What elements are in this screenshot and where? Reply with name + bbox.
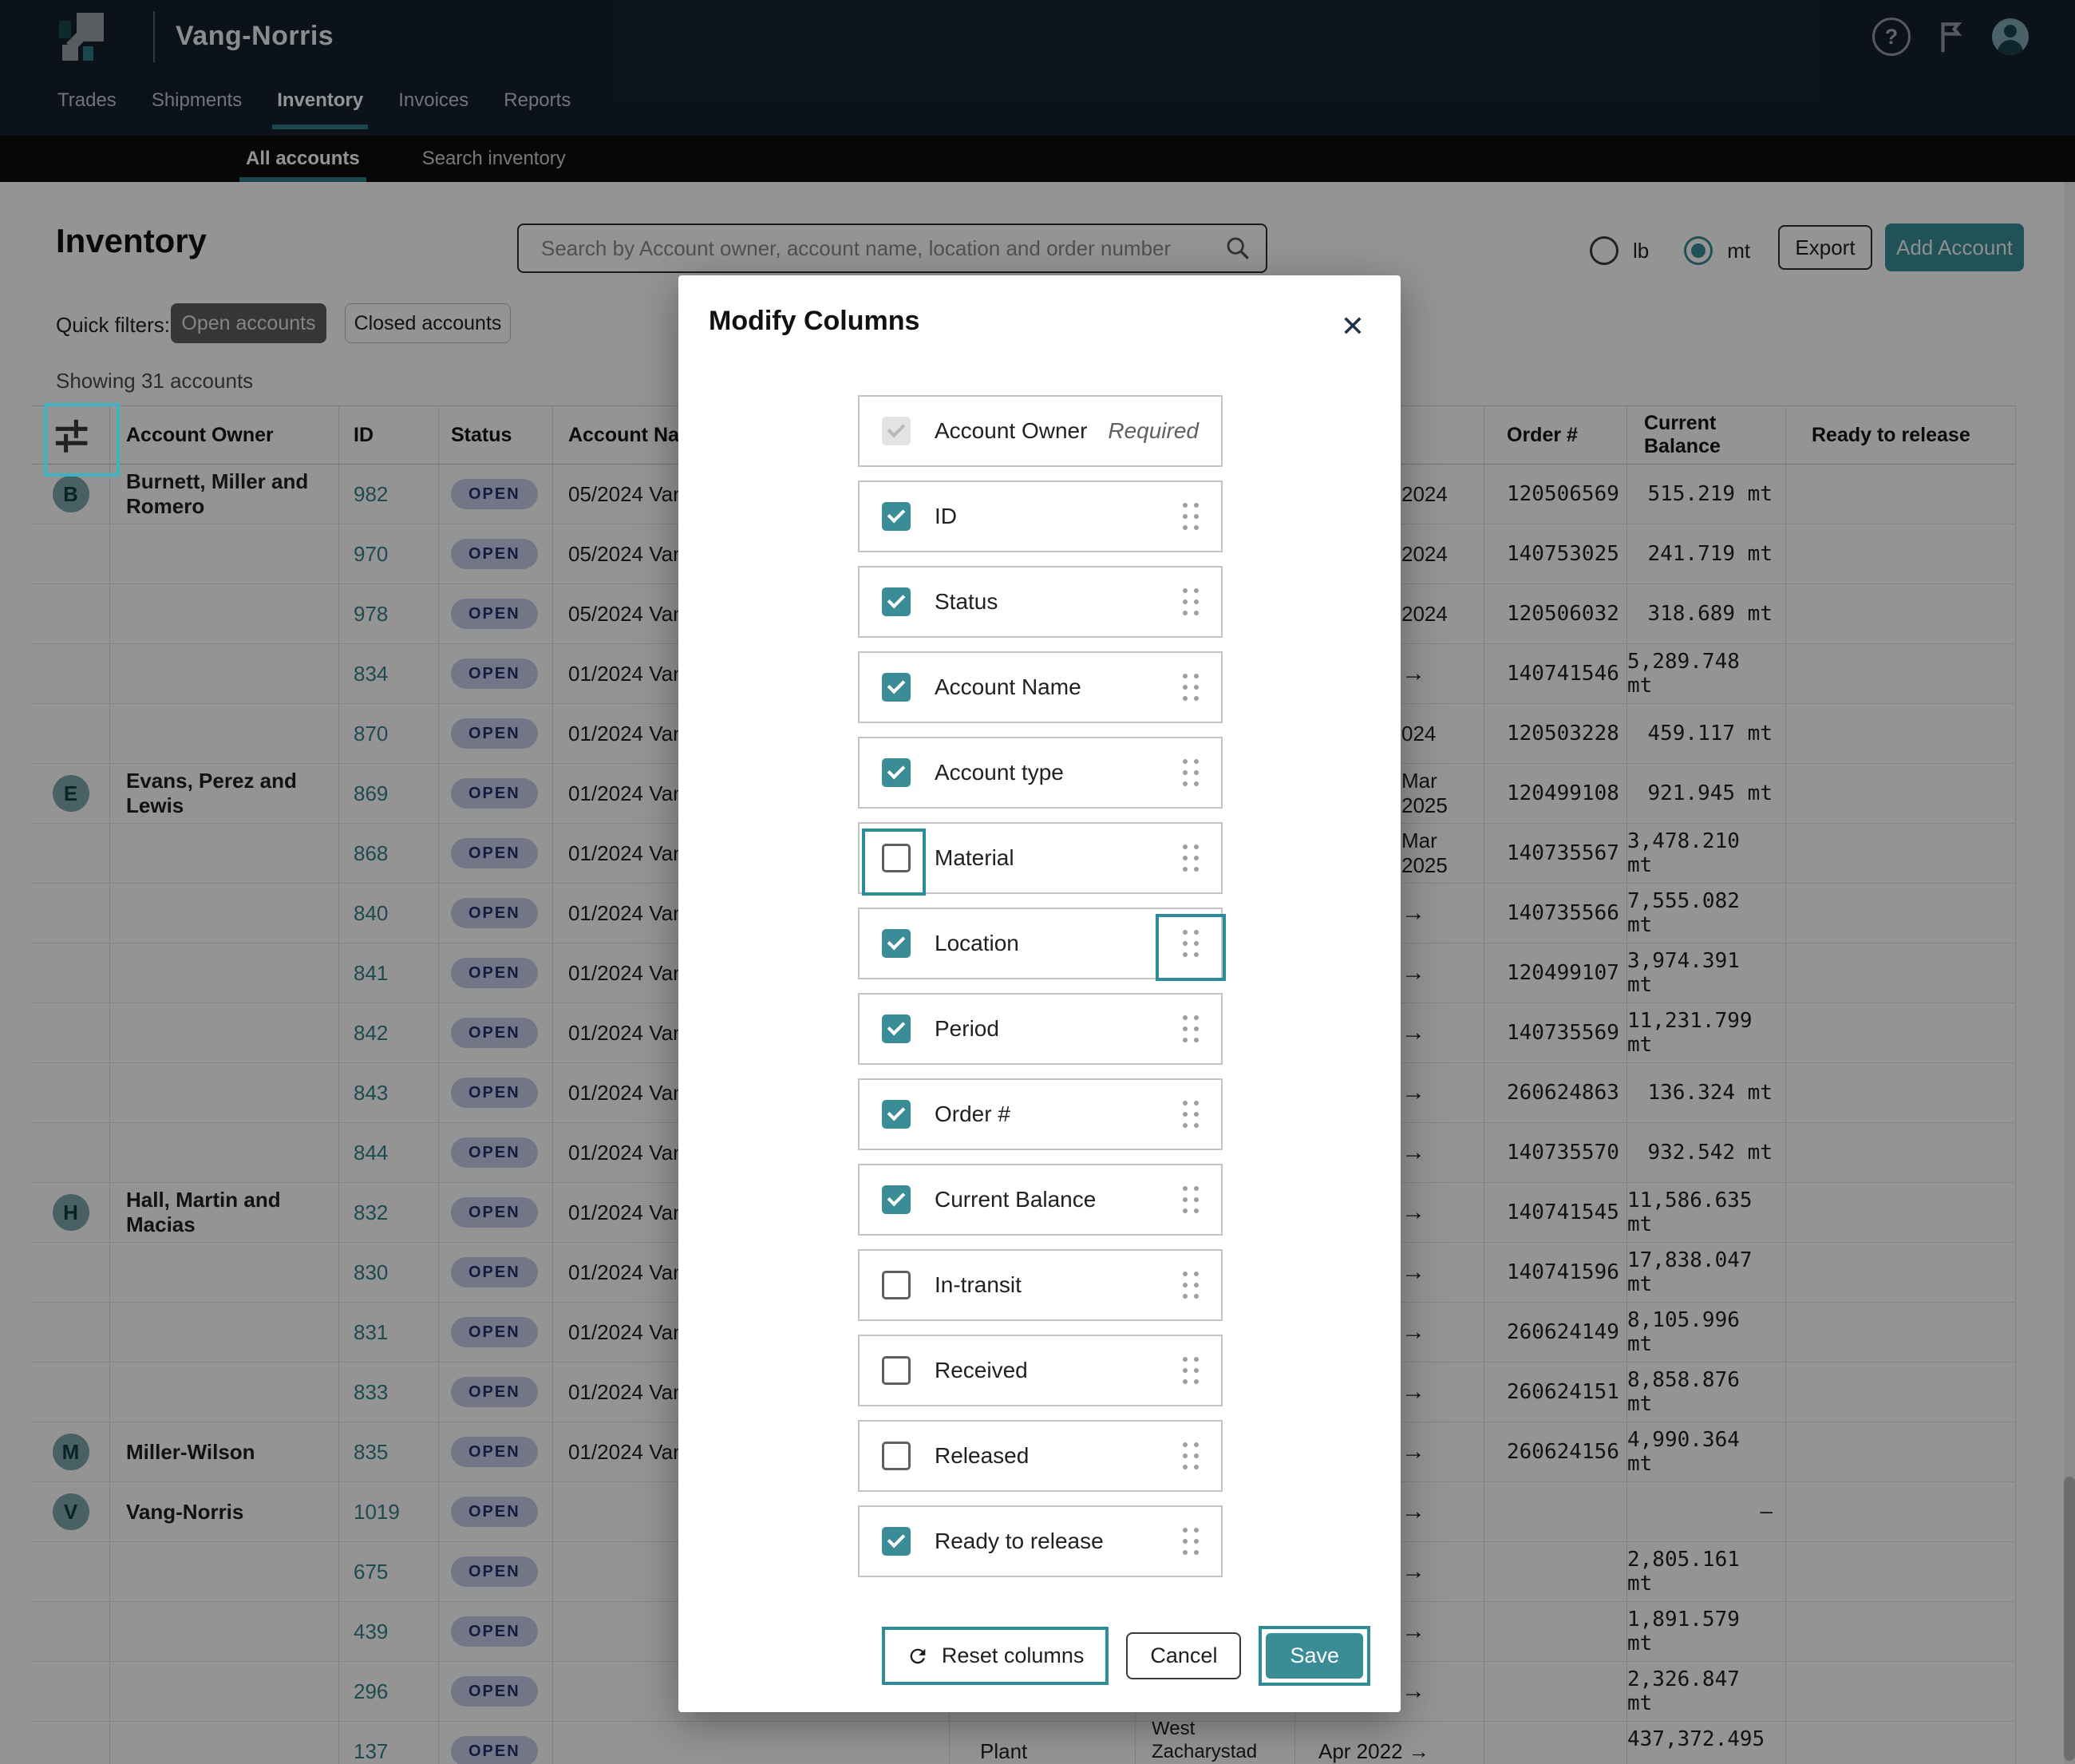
drag-handle-icon[interactable] <box>1183 1015 1199 1042</box>
drag-handle-icon[interactable] <box>1183 588 1199 615</box>
drag-handle-icon[interactable] <box>1183 844 1199 872</box>
drag-handle-icon[interactable] <box>1183 674 1199 701</box>
column-item-received: Received <box>858 1335 1223 1406</box>
required-note: Required <box>1108 418 1199 444</box>
checkbox-ready-to-release[interactable] <box>882 1527 911 1556</box>
drag-handle-icon[interactable] <box>1183 1272 1199 1299</box>
column-item-label: Account Name <box>935 674 1183 700</box>
column-item-label: Released <box>935 1443 1183 1469</box>
column-item-label: Account type <box>935 760 1183 785</box>
drag-handle-icon[interactable] <box>1183 1528 1199 1555</box>
save-button[interactable]: Save <box>1266 1633 1363 1679</box>
drag-handle-icon[interactable] <box>1183 1186 1199 1213</box>
column-item-ready-to-release: Ready to release <box>858 1505 1223 1577</box>
checkbox-received[interactable] <box>882 1356 911 1385</box>
column-item-account-owner: Account OwnerRequired <box>858 395 1223 467</box>
column-item-location: Location <box>858 908 1223 979</box>
column-item-order: Order # <box>858 1078 1223 1150</box>
checkbox-account-type[interactable] <box>882 758 911 787</box>
column-item-label: Account Owner <box>935 418 1108 444</box>
checkbox-released[interactable] <box>882 1442 911 1470</box>
column-item-material: Material <box>858 822 1223 894</box>
drag-handle-icon[interactable] <box>1183 1357 1199 1384</box>
column-item-account-type: Account type <box>858 737 1223 809</box>
column-item-label: Ready to release <box>935 1529 1183 1554</box>
annotation-box-save: Save <box>1259 1626 1370 1686</box>
column-item-period: Period <box>858 993 1223 1065</box>
checkbox-account-name[interactable] <box>882 673 911 702</box>
dialog-actions: Reset columns Cancel Save <box>882 1626 1370 1686</box>
reset-columns-button[interactable]: Reset columns <box>889 1634 1102 1678</box>
annotation-box-reset: Reset columns <box>882 1627 1109 1685</box>
annotation-box-modify-columns <box>44 403 120 477</box>
drag-handle-icon[interactable] <box>1183 759 1199 786</box>
checkbox-id[interactable] <box>882 502 911 531</box>
checkbox-material[interactable] <box>882 844 911 872</box>
checkbox-order[interactable] <box>882 1100 911 1129</box>
column-item-label: Status <box>935 589 1183 615</box>
column-item-status: Status <box>858 566 1223 638</box>
column-item-label: Material <box>935 845 1183 871</box>
column-item-id: ID <box>858 481 1223 552</box>
column-list: Account OwnerRequired ID Status Account Nam… <box>858 395 1223 1577</box>
column-item-label: ID <box>935 504 1183 529</box>
drag-handle-icon[interactable] <box>1183 1442 1199 1469</box>
checkbox-current-balance[interactable] <box>882 1185 911 1214</box>
column-item-label: Order # <box>935 1102 1183 1127</box>
close-icon[interactable]: ✕ <box>1335 309 1370 344</box>
checkbox-location[interactable] <box>882 929 911 958</box>
column-item-released: Released <box>858 1420 1223 1492</box>
column-item-label: Location <box>935 931 1183 956</box>
column-item-current-balance: Current Balance <box>858 1164 1223 1236</box>
column-item-account-name: Account Name <box>858 651 1223 723</box>
column-item-label: Period <box>935 1016 1183 1042</box>
dialog-title: Modify Columns <box>709 306 919 337</box>
cancel-button[interactable]: Cancel <box>1126 1632 1241 1679</box>
checkbox-in-transit[interactable] <box>882 1271 911 1299</box>
column-item-label: In-transit <box>935 1272 1183 1298</box>
app-window: Vang-Norris Trades Shipments Inventory I… <box>0 0 2075 1764</box>
checkbox-status[interactable] <box>882 587 911 616</box>
modify-columns-dialog: Modify Columns ✕ Account OwnerRequired ID… <box>678 275 1401 1712</box>
drag-handle-icon[interactable] <box>1183 930 1199 957</box>
column-item-in-transit: In-transit <box>858 1249 1223 1321</box>
drag-handle-icon[interactable] <box>1183 1101 1199 1128</box>
refresh-icon <box>907 1645 929 1667</box>
checkbox-period[interactable] <box>882 1014 911 1043</box>
column-item-label: Current Balance <box>935 1187 1183 1212</box>
checkbox-account-owner <box>882 417 911 445</box>
column-item-label: Received <box>935 1358 1183 1383</box>
drag-handle-icon[interactable] <box>1183 503 1199 530</box>
